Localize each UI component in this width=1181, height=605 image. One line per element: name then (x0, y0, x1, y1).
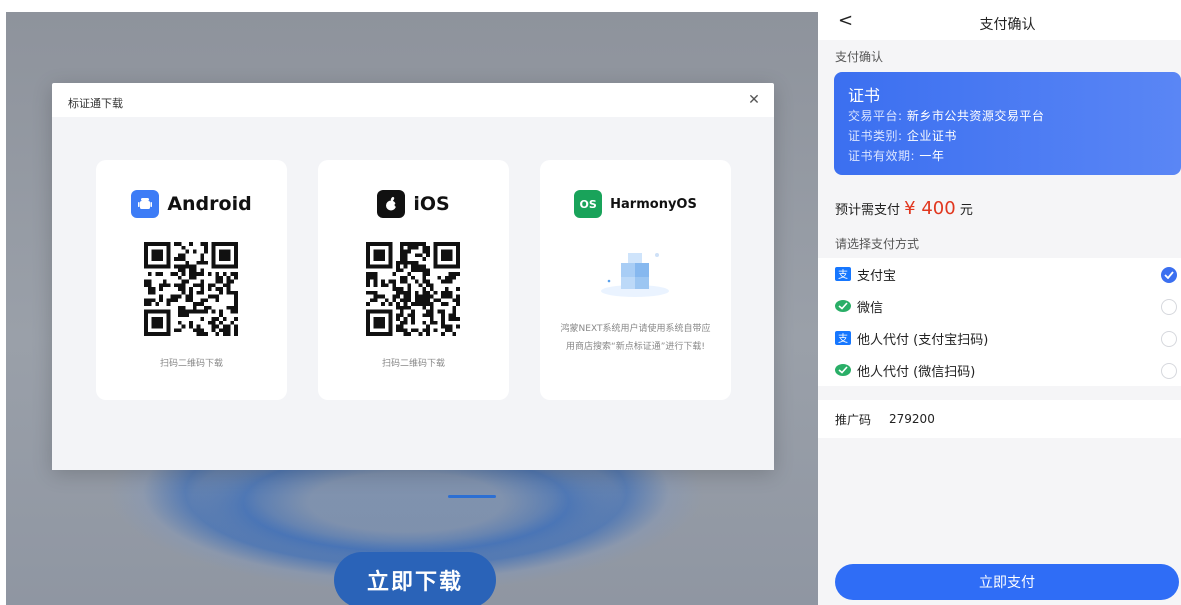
radio-unchecked-icon[interactable] (1161, 299, 1177, 315)
amount-price: ¥ 400 (904, 198, 956, 219)
harmonyos-card: OS HarmonyOS 鸿蒙NEXT系统用户请使用系统自带应 用商店搜索“新点… (540, 160, 731, 400)
method-label: 他人代付 (微信扫码) (857, 364, 976, 380)
method-label: 他人代付 (支付宝扫码) (857, 332, 989, 348)
svg-text:支: 支 (838, 333, 848, 345)
ios-qr-code[interactable] (366, 242, 460, 336)
certificate-title: 证书 (848, 86, 881, 105)
method-label: 支付宝 (857, 268, 897, 284)
pay-now-button[interactable]: 立即支付 (835, 564, 1179, 600)
download-site-panel: 立即下载 标证通下载 ✕ Android 扫码二维码下载 iOS 扫码二维码下载… (0, 0, 818, 605)
cert-row-value: 企业证书 (906, 129, 957, 143)
caption-line: 用商店搜索“新点标证通”进行下载! (566, 342, 705, 352)
wechat-icon (835, 299, 851, 313)
close-icon[interactable]: ✕ (744, 90, 764, 110)
promo-code-value: 279200 (889, 412, 935, 426)
certificate-card: 证书 交易平台: 新乡市公共资源交易平台 证书类别: 企业证书 证书有效期: 一… (834, 72, 1181, 175)
payment-confirm-page: < 支付确认 支付确认 证书 交易平台: 新乡市公共资源交易平台 证书类别: 企… (818, 0, 1181, 605)
wechat-icon (835, 363, 851, 377)
cert-row-value: 一年 (919, 149, 945, 163)
page-title: 支付确认 (818, 14, 1181, 34)
download-modal: 标证通下载 ✕ Android 扫码二维码下载 iOS 扫码二维码下载 OS H… (52, 83, 774, 470)
cert-row-validity: 证书有效期: 一年 (848, 147, 944, 164)
android-card: Android 扫码二维码下载 (96, 160, 287, 400)
payment-method-alipay[interactable]: 支 支付宝 (818, 258, 1181, 290)
cert-row-key: 证书类别: (848, 129, 903, 143)
slide-indicator[interactable] (448, 495, 496, 498)
alipay-icon: 支 (835, 267, 851, 281)
cert-row-key: 证书有效期: (848, 149, 916, 163)
platform-name: HarmonyOS (610, 196, 697, 212)
method-label: 微信 (857, 300, 884, 316)
download-cards: Android 扫码二维码下载 iOS 扫码二维码下载 OS HarmonyOS… (52, 117, 774, 470)
cert-row-key: 交易平台: (848, 109, 903, 123)
alipay-icon: 支 (835, 331, 851, 345)
payment-method-label: 请选择支付方式 (835, 237, 920, 251)
payment-method-list: 支 支付宝 微信 支 他人代付 (支付宝扫码) 他人代付 (微信扫码) (818, 258, 1181, 386)
qr-caption: 扫码二维码下载 (159, 359, 223, 369)
harmonyos-icon: OS (574, 190, 603, 218)
cube-illustration-icon (601, 253, 669, 297)
payment-method-proxy-wechat[interactable]: 他人代付 (微信扫码) (818, 354, 1181, 386)
payment-method-proxy-alipay[interactable]: 支 他人代付 (支付宝扫码) (818, 322, 1181, 354)
android-qr-code[interactable] (144, 242, 238, 336)
amount-prefix: 预计需支付 (835, 203, 901, 218)
download-now-button[interactable]: 立即下载 (334, 552, 496, 605)
section-subtitle: 支付确认 (835, 50, 884, 64)
qr-caption: 扫码二维码下载 (381, 359, 445, 369)
modal-title: 标证通下载 (68, 97, 123, 110)
platform-name: iOS (413, 193, 450, 215)
amount-due: 预计需支付 ¥ 400 元 (835, 198, 973, 219)
radio-unchecked-icon[interactable] (1161, 331, 1177, 347)
caption-line: 鸿蒙NEXT系统用户请使用系统自带应 (560, 324, 711, 334)
cert-row-platform: 交易平台: 新乡市公共资源交易平台 (848, 107, 1044, 124)
payment-method-wechat[interactable]: 微信 (818, 290, 1181, 322)
cert-row-value: 新乡市公共资源交易平台 (906, 109, 1045, 123)
ios-card: iOS 扫码二维码下载 (318, 160, 509, 400)
harmonyos-caption: 鸿蒙NEXT系统用户请使用系统自带应 用商店搜索“新点标证通”进行下载! (540, 320, 731, 356)
cert-row-type: 证书类别: 企业证书 (848, 127, 957, 144)
android-icon (131, 190, 160, 218)
page-title-text: 支付确认 (979, 17, 1036, 33)
apple-icon (377, 190, 406, 218)
nav-bar: < 支付确认 (818, 0, 1181, 40)
svg-text:支: 支 (838, 269, 848, 281)
radio-unchecked-icon[interactable] (1161, 363, 1177, 379)
platform-name: Android (167, 193, 252, 215)
amount-unit: 元 (959, 203, 973, 218)
radio-checked-icon[interactable] (1161, 267, 1177, 283)
promo-code-row: 推广码 279200 (818, 400, 1181, 438)
promo-code-label: 推广码 (835, 412, 872, 427)
